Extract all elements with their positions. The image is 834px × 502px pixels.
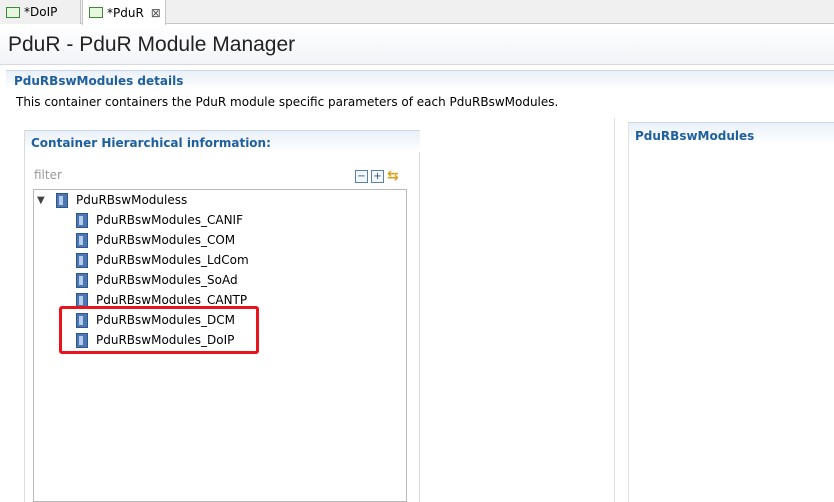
- container-icon: [76, 212, 88, 228]
- tree-node-label: PduRBswModules_COM: [96, 233, 236, 247]
- tree-node-ldcom[interactable]: PduRBswModules_LdCom: [76, 250, 249, 270]
- details-section-header: PduRBswModules details: [6, 70, 834, 90]
- tree-node-label: PduRBswModules_CANIF: [96, 213, 243, 227]
- highlight-box: [59, 306, 259, 354]
- tab-label: *DoIP: [24, 5, 58, 19]
- expand-all-icon[interactable]: +: [371, 169, 384, 183]
- page-title: PduR - PduR Module Manager: [8, 33, 296, 56]
- tree-node-label: PduRBswModules_LdCom: [96, 253, 249, 267]
- panel-divider[interactable]: [614, 118, 615, 502]
- tree-node-label: PduRBswModuless: [76, 193, 188, 207]
- sync-icon[interactable]: ⇆: [387, 169, 402, 183]
- properties-panel: PduRBswModules: [628, 122, 834, 502]
- tab-label: *PduR: [107, 5, 144, 20]
- tree-node-label: PduRBswModules_SoAd: [96, 273, 238, 287]
- tree-node-label: PduRBswModules_CANTP: [96, 293, 248, 307]
- collapse-all-icon[interactable]: −: [355, 169, 368, 183]
- editor-file-icon: [6, 6, 20, 18]
- tree-root-node[interactable]: ▼ PduRBswModuless: [37, 190, 187, 210]
- editor-header: PduR - PduR Module Manager: [0, 25, 834, 65]
- tree-node-com[interactable]: PduRBswModules_COM: [76, 230, 235, 250]
- tree-node-soad[interactable]: PduRBswModules_SoAd: [76, 270, 238, 290]
- editor-file-icon: [89, 7, 103, 18]
- editor-tab-bar: *DoIP *PduR ⊠: [0, 0, 834, 25]
- details-description: This container containers the PduR modul…: [16, 95, 559, 109]
- tree-node-canif[interactable]: PduRBswModules_CANIF: [76, 210, 243, 230]
- expand-chevron-icon[interactable]: ▼: [37, 195, 49, 206]
- tab-doip[interactable]: *DoIP: [0, 0, 81, 24]
- properties-heading: PduRBswModules: [635, 129, 755, 143]
- hierarchy-heading: Container Hierarchical information:: [31, 136, 271, 150]
- details-heading: PduRBswModules details: [14, 74, 184, 88]
- tab-pdur[interactable]: *PduR ⊠: [82, 0, 166, 25]
- properties-panel-header: PduRBswModules: [629, 122, 834, 144]
- close-icon[interactable]: ⊠: [151, 7, 161, 19]
- hierarchy-panel-header: Container Hierarchical information:: [25, 130, 420, 152]
- container-icon: [56, 192, 68, 208]
- container-icon: [76, 252, 88, 268]
- container-icon: [76, 232, 88, 248]
- tree-toolbar: − + ⇆: [355, 169, 402, 183]
- filter-input[interactable]: filter: [34, 168, 62, 182]
- container-icon: [76, 272, 88, 288]
